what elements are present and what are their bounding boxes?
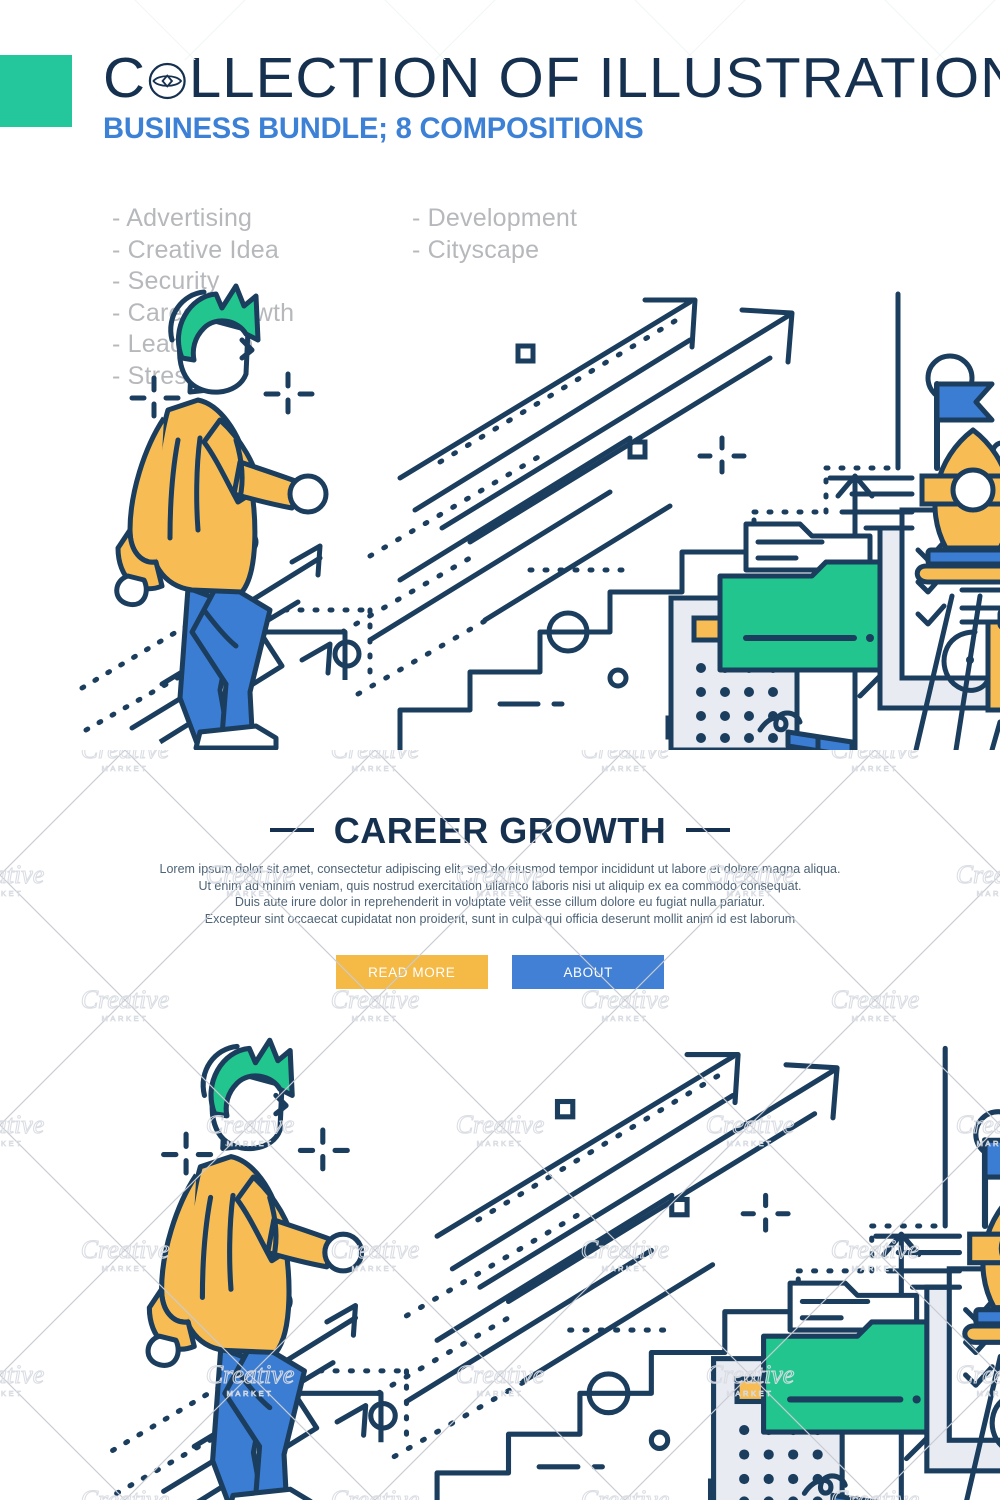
paragraph-line: Duis aute irure dolor in reprehenderit i… bbox=[234, 895, 766, 910]
accent-block bbox=[0, 55, 72, 127]
section-heading: CAREER GROWTH bbox=[0, 810, 1000, 852]
watermark-top-sliver bbox=[0, 0, 1000, 60]
list-item: - Creative Idea bbox=[112, 235, 279, 264]
illustration-top bbox=[70, 280, 1000, 750]
paragraph-line: Excepteur sint occaecat cupidatat non pr… bbox=[204, 911, 796, 926]
illustration-bottom bbox=[110, 1030, 1000, 1500]
read-more-button[interactable]: READ MORE bbox=[335, 955, 488, 989]
button-row: READ MORE ABOUT bbox=[0, 955, 1000, 989]
section-paragraph: Lorem ipsum dolor sit amet, consectetur … bbox=[150, 861, 850, 927]
feature-column-two: - Development - Cityscape bbox=[412, 203, 702, 266]
title-wrapper: C LLECTION OF ILLUSTRATIONS BUSINESS BUN… bbox=[103, 48, 1000, 146]
list-item: - Development bbox=[412, 204, 578, 232]
heading-dash-right bbox=[686, 828, 731, 832]
heading-dash-left bbox=[269, 828, 314, 832]
list-item: - Cityscape bbox=[412, 235, 540, 264]
list-item: - Advertising bbox=[112, 204, 253, 232]
section-block: CAREER GROWTH Lorem ipsum dolor sit amet… bbox=[0, 755, 1000, 1020]
section-heading-text: CAREER GROWTH bbox=[333, 810, 667, 851]
about-button[interactable]: ABOUT bbox=[512, 955, 665, 989]
page-subtitle: BUSINESS BUNDLE; 8 COMPOSITIONS bbox=[103, 112, 644, 145]
poster-page: C LLECTION OF ILLUSTRATIONS BUSINESS BUN… bbox=[0, 0, 1000, 1500]
paragraph-line: Ut enim ad minim veniam, quis nostrud ex… bbox=[198, 878, 802, 893]
paragraph-line: Lorem ipsum dolor sit amet, consectetur … bbox=[159, 862, 841, 876]
